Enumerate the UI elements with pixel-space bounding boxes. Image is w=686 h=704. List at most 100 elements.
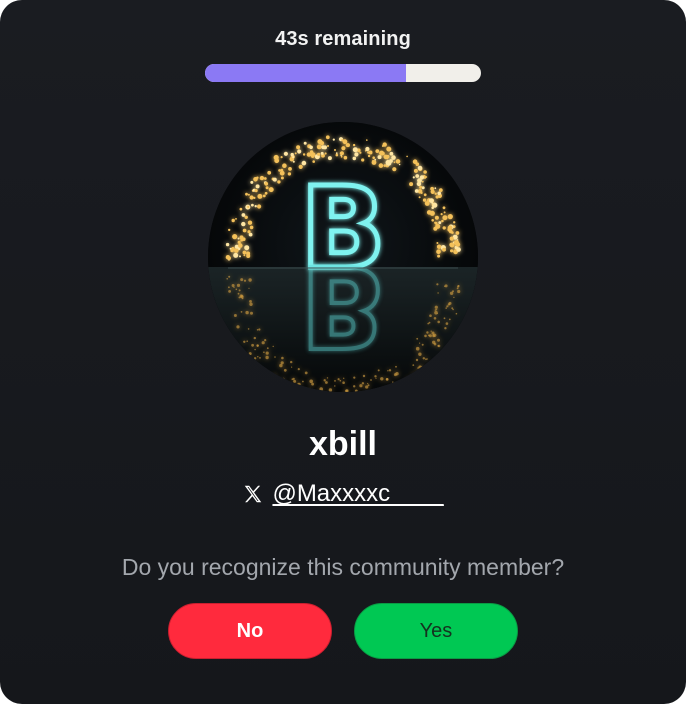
avatar-spark — [341, 146, 346, 151]
avatar-spark — [409, 182, 414, 187]
avatar-spark-reflection — [250, 311, 253, 315]
avatar-spark-reflection — [395, 365, 397, 368]
avatar-spark-reflection — [236, 325, 240, 329]
avatar-spark-reflection — [456, 287, 459, 290]
avatar-spark-reflection — [426, 331, 429, 334]
yes-button[interactable]: Yes — [354, 603, 518, 659]
avatar-spark — [255, 184, 260, 189]
no-button[interactable]: No — [168, 603, 332, 659]
avatar-spark-reflection — [419, 342, 421, 344]
avatar-spark-reflection — [452, 290, 454, 293]
avatar-spark — [366, 139, 368, 141]
avatar-spark — [312, 160, 315, 163]
avatar-spark — [386, 146, 392, 152]
avatar-spark — [423, 193, 427, 197]
avatar-spark-reflection — [334, 385, 336, 387]
avatar-spark-reflection — [248, 278, 252, 282]
social-handle-link[interactable]: @Maxxxxc____ — [272, 480, 443, 508]
avatar-spark — [354, 152, 359, 157]
avatar-spark-reflection — [293, 379, 297, 383]
avatar-spark-reflection — [243, 340, 246, 343]
avatar-spark-reflection — [248, 352, 252, 356]
avatar-spark-reflection — [436, 312, 438, 314]
avatar-spark-reflection — [353, 376, 356, 379]
avatar-spark — [345, 143, 350, 147]
avatar-spark — [247, 193, 250, 196]
avatar-spark-reflection — [415, 346, 420, 351]
avatar-spark — [413, 160, 417, 164]
avatar-spark — [280, 176, 284, 180]
avatar-spark-reflection — [359, 384, 363, 388]
avatar-spark-reflection — [417, 370, 420, 374]
avatar-spark-reflection — [444, 327, 447, 330]
avatar-spark — [449, 242, 455, 248]
avatar-spark — [228, 228, 231, 232]
avatar-spark-reflection — [326, 377, 329, 379]
avatar-spark-reflection — [437, 292, 439, 294]
avatar-spark-reflection — [278, 377, 280, 380]
avatar-spark-reflection — [448, 301, 452, 305]
avatar-spark — [249, 225, 254, 230]
avatar-spark-reflection — [291, 366, 293, 368]
avatar-spark-reflection — [259, 357, 261, 359]
avatar-spark-reflection — [433, 317, 437, 320]
avatar-spark-reflection — [302, 380, 304, 383]
avatar-spark — [225, 255, 231, 260]
avatar-spark-reflection — [311, 382, 314, 386]
avatar-spark-reflection — [415, 358, 419, 362]
avatar-spark — [257, 204, 262, 209]
avatar-spark — [429, 198, 434, 203]
avatar-spark — [254, 205, 257, 208]
avatar-spark-reflection — [429, 314, 432, 317]
avatar-spark — [267, 170, 272, 175]
avatar-spark — [434, 192, 437, 195]
avatar-spark-reflection — [292, 377, 295, 380]
avatar-spark — [268, 187, 274, 193]
avatar-spark — [302, 153, 306, 156]
avatar-spark — [272, 177, 277, 182]
avatar-spark-reflection — [437, 344, 441, 348]
avatar-spark — [232, 234, 238, 240]
avatar-spark-reflection — [428, 321, 431, 324]
avatar-spark — [389, 151, 394, 156]
avatar-spark-reflection — [434, 309, 436, 311]
avatar-spark-reflection — [353, 385, 356, 388]
avatar-spark — [423, 170, 427, 174]
avatar-spark — [417, 178, 422, 183]
avatar-spark — [264, 191, 268, 195]
avatar-spark — [246, 251, 251, 256]
avatar-spark-reflection — [375, 377, 377, 379]
avatar-spark-reflection — [337, 378, 340, 381]
avatar-spark-reflection — [228, 275, 231, 278]
avatar-spark — [447, 214, 453, 220]
avatar-spark-reflection — [392, 381, 394, 384]
avatar-spark — [332, 138, 335, 141]
avatar-spark — [365, 146, 370, 152]
avatar-spark-reflection — [253, 336, 256, 340]
avatar-spark — [352, 156, 357, 161]
avatar-spark-reflection — [248, 287, 250, 289]
avatar-spark-reflection — [273, 374, 277, 377]
avatar-spark — [453, 240, 459, 246]
avatar-spark — [287, 172, 292, 176]
avatar-spark — [456, 247, 461, 252]
avatar-spark — [238, 243, 243, 248]
avatar-spark — [233, 252, 239, 258]
avatar-spark — [241, 221, 246, 227]
avatar-spark-reflection — [412, 364, 415, 366]
avatar-spark — [421, 180, 424, 183]
avatar-spark-reflection — [233, 314, 237, 317]
avatar-spark — [372, 156, 375, 159]
avatar-spark-reflection — [251, 343, 254, 347]
avatar-spark — [361, 158, 365, 162]
avatar-spark — [450, 249, 454, 253]
avatar-spark-reflection — [237, 292, 240, 295]
avatar-spark-reflection — [432, 340, 436, 344]
avatar-spark — [244, 215, 248, 219]
avatar-spark — [290, 152, 294, 157]
avatar-spark — [247, 230, 251, 234]
avatar-spark-reflection — [309, 387, 311, 390]
avatar-spark-reflection — [453, 296, 455, 299]
avatar-letter-reflection: B — [300, 240, 385, 370]
avatar-spark-reflection — [457, 289, 461, 294]
